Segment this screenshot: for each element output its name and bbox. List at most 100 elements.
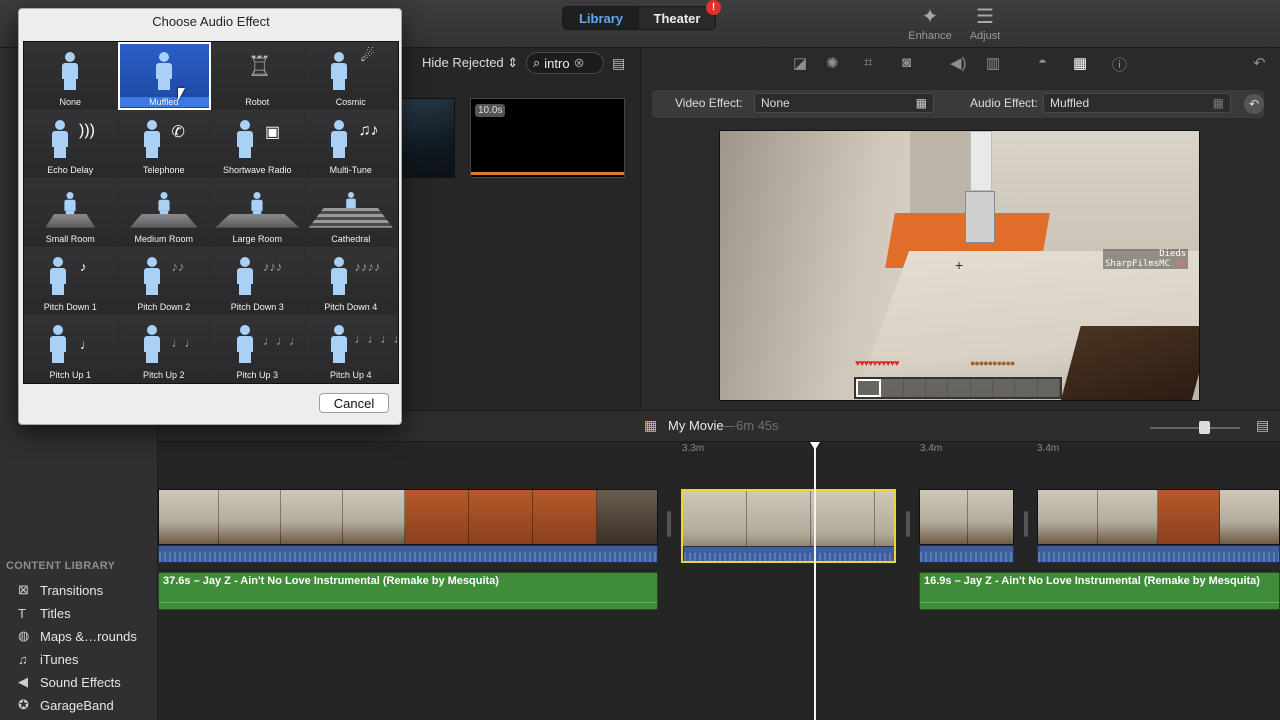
- crop-icon[interactable]: ⌗: [864, 54, 872, 71]
- effect-echo-delay[interactable]: ))) Echo Delay: [24, 110, 118, 179]
- effect-cathedral[interactable]: Cathedral: [304, 178, 398, 247]
- music-note-icon: ♫: [18, 651, 28, 667]
- music-clip[interactable]: 37.6s – Jay Z - Ain't No Love Instrument…: [158, 572, 658, 610]
- playhead-handle[interactable]: [810, 442, 820, 450]
- sound-waves-icon: ))): [79, 122, 95, 140]
- color-correction-icon[interactable]: ✺: [826, 54, 839, 72]
- volume-icon[interactable]: ◀): [950, 54, 967, 72]
- timeline-clip[interactable]: [1037, 489, 1280, 545]
- library-tab[interactable]: Library: [563, 7, 639, 29]
- clip-gap-handle[interactable]: [667, 511, 671, 537]
- effect-shortwave-radio[interactable]: ▣ Shortwave Radio: [211, 110, 305, 179]
- pitch-up-icon: ♩♩♩: [263, 332, 302, 348]
- audio-effect-label: Audio Effect:: [970, 96, 1038, 110]
- filmstrip-icon[interactable]: ▤: [612, 55, 625, 72]
- titles-icon: T: [18, 605, 26, 621]
- effect-pitch-down-3[interactable]: ♪♪♪ Pitch Down 3: [211, 246, 305, 315]
- effect-telephone[interactable]: ✆ Telephone: [117, 110, 211, 179]
- content-item-itunes[interactable]: ♫ iTunes: [18, 649, 79, 669]
- person-icon: [49, 120, 71, 160]
- video-preview: Dieds SharpFilmsMC 36 + ♥♥♥♥♥♥♥♥♥♥ ●●●●●…: [719, 130, 1200, 401]
- effect-cosmic[interactable]: ☄ Cosmic: [304, 42, 398, 111]
- effect-pitch-down-1[interactable]: ♪ Pitch Down 1: [24, 246, 118, 315]
- player-name: SharpFilmsMC: [1105, 259, 1171, 269]
- search-field[interactable]: ⌕ intro ⊗: [526, 52, 604, 74]
- person-icon: [59, 52, 81, 92]
- clear-search-icon[interactable]: ⊗: [574, 55, 585, 71]
- stabilization-icon[interactable]: ◙: [902, 54, 911, 71]
- effect-label: Medium Room: [134, 233, 194, 244]
- music-clip[interactable]: 16.9s – Jay Z - Ain't No Love Instrument…: [919, 572, 1280, 610]
- zoom-slider-knob[interactable]: [1199, 421, 1210, 434]
- effect-pitch-down-2[interactable]: ♪♪ Pitch Down 2: [117, 246, 211, 315]
- effect-medium-room[interactable]: Medium Room: [117, 178, 211, 247]
- effect-none[interactable]: None: [24, 42, 118, 111]
- effect-robot[interactable]: ♖ Robot: [211, 42, 305, 111]
- person-icon: [328, 120, 350, 160]
- effect-pitch-up-3[interactable]: ♩♩♩ Pitch Up 3: [211, 314, 305, 383]
- content-item-label: Titles: [40, 605, 71, 621]
- playhead[interactable]: [814, 444, 816, 720]
- content-item-maps-backgrounds[interactable]: ◍ Maps &…rounds: [18, 626, 137, 646]
- music-notes-icon: ♫♪: [358, 122, 379, 140]
- cancel-button[interactable]: Cancel: [319, 393, 389, 413]
- selected-timeline-clip[interactable]: [681, 489, 896, 563]
- effect-muffled[interactable]: Muffled: [117, 42, 211, 111]
- clip-gap-handle[interactable]: [906, 511, 910, 537]
- effect-label: Robot: [245, 97, 270, 108]
- effect-label: Pitch Up 1: [49, 369, 92, 380]
- effect-multi-tune[interactable]: ♫♪ Multi-Tune: [304, 110, 398, 179]
- timeline-clip[interactable]: [919, 489, 1014, 545]
- clip-gap-handle[interactable]: [1024, 511, 1028, 537]
- grid-icon: ▦: [1212, 96, 1224, 110]
- equalizer-icon[interactable]: ▥: [986, 54, 1000, 72]
- info-icon[interactable]: ⓘ: [1112, 54, 1127, 75]
- room-icon: [45, 213, 96, 228]
- guitar-icon: ✪: [18, 697, 29, 712]
- filter-popup[interactable]: Hide Rejected ⇕: [422, 55, 518, 71]
- separator: —: [722, 418, 735, 433]
- clip-thumbnail-selected[interactable]: 10.0s: [470, 98, 625, 178]
- effect-small-room[interactable]: Small Room: [24, 178, 118, 247]
- audio-effect-picker[interactable]: Muffled ▦: [1043, 93, 1231, 113]
- color-balance-icon[interactable]: ◪: [793, 54, 807, 72]
- reset-all-icon[interactable]: ↶: [1253, 54, 1266, 72]
- effect-label: Pitch Up 4: [329, 369, 372, 380]
- video-effect-value: None: [761, 96, 790, 110]
- clip-thumbnail[interactable]: [400, 98, 455, 178]
- effect-large-room[interactable]: Large Room: [211, 178, 305, 247]
- content-item-garageband[interactable]: ✪ GarageBand: [18, 695, 114, 715]
- scene-hand: [1059, 326, 1199, 400]
- audio-waveform: [1037, 545, 1280, 563]
- player-list-overlay: Dieds SharpFilmsMC 36: [1103, 249, 1189, 269]
- effect-label: Pitch Down 4: [324, 301, 378, 312]
- content-item-transitions[interactable]: ⊠ Transitions: [18, 580, 103, 600]
- adjust-button[interactable]: ☰ Adjust: [960, 2, 1010, 46]
- theater-alert-badge: !: [706, 0, 721, 15]
- effect-label: Pitch Down 3: [230, 301, 284, 312]
- zoom-slider-track[interactable]: [1150, 427, 1240, 429]
- speed-icon[interactable]: ◓: [1038, 54, 1047, 71]
- effect-pitch-down-4[interactable]: ♪♪♪♪ Pitch Down 4: [304, 246, 398, 315]
- effect-label: Small Room: [45, 233, 95, 244]
- effect-pitch-up-2[interactable]: ♩♩ Pitch Up 2: [117, 314, 211, 383]
- audio-effect-value: Muffled: [1050, 96, 1090, 110]
- video-effect-picker[interactable]: None ▦: [754, 93, 934, 113]
- player-name: Dieds: [1159, 249, 1187, 259]
- timeline-settings-icon[interactable]: ▤: [1256, 417, 1269, 434]
- enhance-button[interactable]: ✦ Enhance: [905, 2, 955, 46]
- effect-label: Shortwave Radio: [222, 165, 292, 176]
- person-icon: [141, 324, 163, 365]
- theater-tab[interactable]: Theater: [639, 7, 715, 29]
- content-item-titles[interactable]: T Titles: [18, 603, 71, 623]
- content-item-sound-effects[interactable]: ◀ Sound Effects: [18, 672, 121, 692]
- reset-effect-icon[interactable]: ↶: [1244, 94, 1264, 114]
- effect-label: Pitch Up 2: [142, 369, 185, 380]
- effect-pitch-up-4[interactable]: ♩♩♩♩ Pitch Up 4: [304, 314, 407, 383]
- timeline-clip[interactable]: [158, 489, 658, 545]
- clip-filter-audio-effects-icon[interactable]: ▦: [1073, 54, 1087, 72]
- content-item-label: Transitions: [40, 582, 104, 598]
- effect-pitch-up-1[interactable]: ♩ Pitch Up 1: [24, 314, 118, 383]
- health-bar-icon: ♥♥♥♥♥♥♥♥♥♥: [855, 358, 899, 368]
- radio-icon: ▣: [265, 124, 281, 142]
